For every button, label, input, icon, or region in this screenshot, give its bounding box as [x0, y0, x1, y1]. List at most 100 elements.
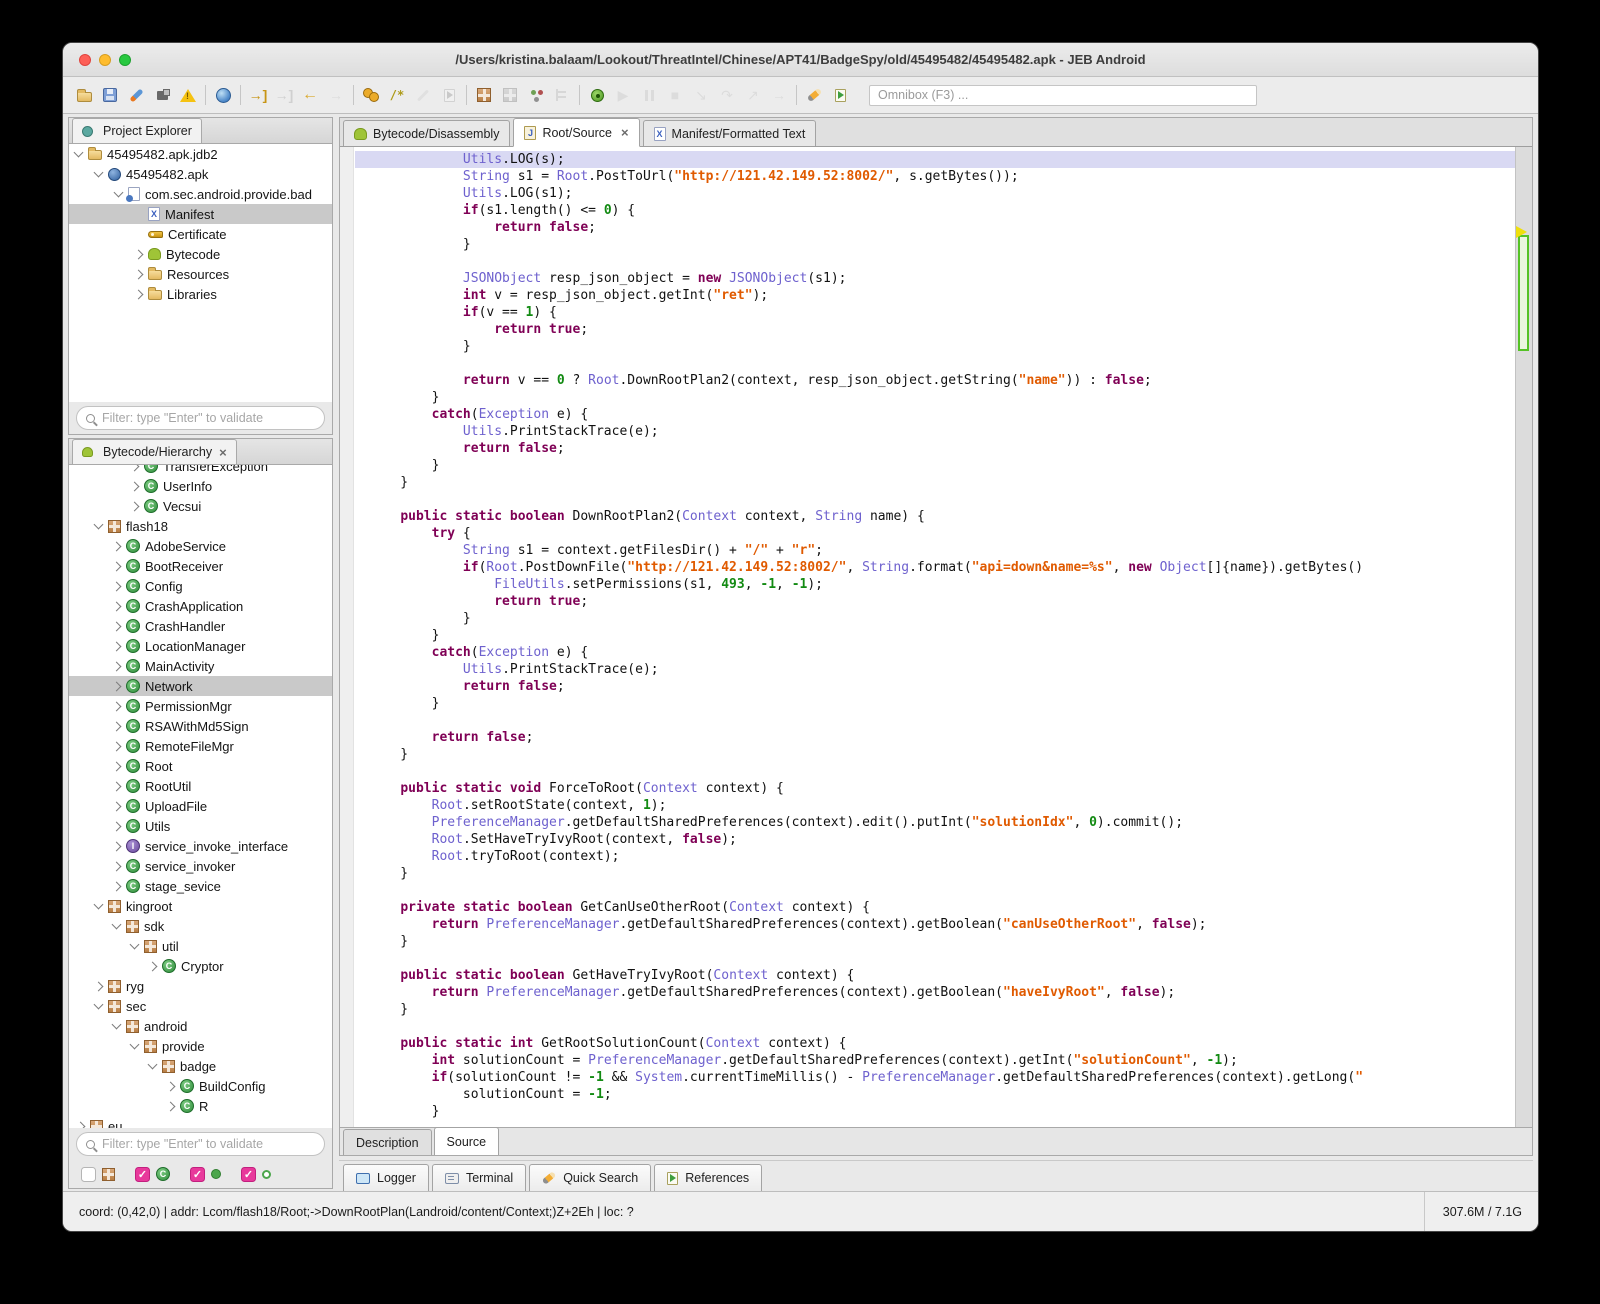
members-dots-icon[interactable]	[525, 84, 547, 106]
filter-fields[interactable]: ✓	[241, 1167, 271, 1182]
hierarchy-item-util[interactable]: util	[69, 936, 332, 956]
expander-open-icon[interactable]	[148, 1060, 158, 1070]
hierarchy-item-uploadfile[interactable]: CUploadFile	[69, 796, 332, 816]
close-window-button[interactable]	[79, 54, 91, 66]
hierarchy-item-crashhandler[interactable]: CCrashHandler	[69, 616, 332, 636]
project-item-resources[interactable]: Resources	[69, 264, 332, 284]
project-item-bytecode[interactable]: Bytecode	[69, 244, 332, 264]
hierarchy-item-eu[interactable]: eu	[69, 1116, 332, 1128]
expander-closed-icon[interactable]	[112, 581, 122, 591]
checkbox-checked[interactable]: ✓	[241, 1167, 256, 1182]
hierarchy-item-remotefilemgr[interactable]: CRemoteFileMgr	[69, 736, 332, 756]
editor-tab-bytecode-disassembly[interactable]: Bytecode/Disassembly	[343, 120, 510, 146]
refresh-decompile-icon[interactable]	[360, 84, 382, 106]
expander-open-icon[interactable]	[94, 1000, 104, 1010]
filter-methods[interactable]: ✓	[190, 1167, 221, 1182]
expander-closed-icon[interactable]	[112, 661, 122, 671]
open-file-icon[interactable]	[73, 84, 95, 106]
hierarchy-item-cryptor[interactable]: CCryptor	[69, 956, 332, 976]
highlighter-icon[interactable]	[803, 84, 825, 106]
hierarchy-item-adobeservice[interactable]: CAdobeService	[69, 536, 332, 556]
hierarchy-item-rootutil[interactable]: CRootUtil	[69, 776, 332, 796]
open-network-icon[interactable]	[212, 84, 234, 106]
export-doc-icon[interactable]	[829, 84, 851, 106]
hierarchy-item-service-invoker[interactable]: Cservice_invoker	[69, 856, 332, 876]
expander-open-icon[interactable]	[94, 520, 104, 530]
hierarchy-item-locationmanager[interactable]: CLocationManager	[69, 636, 332, 656]
hierarchy-item-crashapplication[interactable]: CCrashApplication	[69, 596, 332, 616]
filter-classes[interactable]: ✓C	[135, 1167, 170, 1182]
console-tab-terminal[interactable]: Terminal	[432, 1164, 526, 1191]
packages-grid-icon[interactable]	[473, 84, 495, 106]
project-item-45495482-apk-jdb2[interactable]: 45495482.apk.jdb2	[69, 144, 332, 164]
expander-open-icon[interactable]	[130, 1040, 140, 1050]
project-item-libraries[interactable]: Libraries	[69, 284, 332, 304]
expander-closed-icon[interactable]	[112, 721, 122, 731]
expander-closed-icon[interactable]	[112, 641, 122, 651]
hierarchy-item-permissionmgr[interactable]: CPermissionMgr	[69, 696, 332, 716]
expander-closed-icon[interactable]	[134, 269, 144, 279]
editor-tab-root-source[interactable]: JRoot/Source×	[513, 118, 639, 147]
project-item-certificate[interactable]: Certificate	[69, 224, 332, 244]
project-tree[interactable]: 45495482.apk.jdb245495482.apkcom.sec.and…	[69, 144, 332, 402]
expander-closed-icon[interactable]	[130, 465, 140, 471]
expander-open-icon[interactable]	[114, 188, 124, 198]
code-view[interactable]: Utils.LOG(s); String s1 = Root.PostToUrl…	[340, 147, 1532, 1127]
expander-closed-icon[interactable]	[112, 621, 122, 631]
hierarchy-item-utils[interactable]: CUtils	[69, 816, 332, 836]
hierarchy-item-ryg[interactable]: ryg	[69, 976, 332, 996]
view-tab-source[interactable]: Source	[434, 1127, 500, 1155]
expander-closed-icon[interactable]	[112, 561, 122, 571]
zoom-window-button[interactable]	[119, 54, 131, 66]
hierarchy-item-rsawithmd5sign[interactable]: CRSAWithMd5Sign	[69, 716, 332, 736]
expander-closed-icon[interactable]	[112, 841, 122, 851]
expander-closed-icon[interactable]	[130, 501, 140, 511]
expander-open-icon[interactable]	[112, 920, 122, 930]
expander-closed-icon[interactable]	[112, 681, 122, 691]
checkbox-unchecked[interactable]	[81, 1167, 96, 1182]
expander-closed-icon[interactable]	[112, 821, 122, 831]
expander-closed-icon[interactable]	[76, 1121, 86, 1128]
expander-open-icon[interactable]	[112, 1020, 122, 1030]
expander-open-icon[interactable]	[130, 940, 140, 950]
checkbox-checked[interactable]: ✓	[190, 1167, 205, 1182]
alerts-icon[interactable]	[177, 84, 199, 106]
comment-icon[interactable]: /*	[386, 84, 408, 106]
expander-closed-icon[interactable]	[112, 861, 122, 871]
save-icon[interactable]	[99, 84, 121, 106]
hierarchy-item-sdk[interactable]: sdk	[69, 916, 332, 936]
hierarchy-filter-input[interactable]: Filter: type "Enter" to validate	[76, 1132, 325, 1156]
expander-closed-icon[interactable]	[130, 481, 140, 491]
hierarchy-item-android[interactable]: android	[69, 1016, 332, 1036]
console-tab-quick-search[interactable]: Quick Search	[529, 1164, 651, 1191]
hierarchy-item-flash18[interactable]: flash18	[69, 516, 332, 536]
hierarchy-item-config[interactable]: CConfig	[69, 576, 332, 596]
expander-closed-icon[interactable]	[112, 701, 122, 711]
hierarchy-item-kingroot[interactable]: kingroot	[69, 896, 332, 916]
expander-open-icon[interactable]	[74, 148, 84, 158]
expander-closed-icon[interactable]	[148, 961, 158, 971]
hierarchy-item-r[interactable]: CR	[69, 1096, 332, 1116]
hierarchy-item-transferexception[interactable]: CTransferException	[69, 465, 332, 476]
project-item-45495482-apk[interactable]: 45495482.apk	[69, 164, 332, 184]
expander-closed-icon[interactable]	[134, 249, 144, 259]
expander-closed-icon[interactable]	[112, 761, 122, 771]
tab-bytecode-hierarchy[interactable]: Bytecode/Hierarchy ×	[72, 439, 237, 464]
decompiled-source[interactable]: Utils.LOG(s); String s1 = Root.PostToUrl…	[355, 147, 1515, 1127]
hierarchy-tree[interactable]: CTransferExceptionCUserInfoCVecsuiflash1…	[69, 465, 332, 1128]
expander-closed-icon[interactable]	[112, 881, 122, 891]
hierarchy-item-sec[interactable]: sec	[69, 996, 332, 1016]
console-tab-references[interactable]: References	[654, 1164, 762, 1191]
hierarchy-item-bootreceiver[interactable]: CBootReceiver	[69, 556, 332, 576]
expander-open-icon[interactable]	[94, 900, 104, 910]
checkbox-checked[interactable]: ✓	[135, 1167, 150, 1182]
properties-wrench-icon[interactable]	[125, 84, 147, 106]
expander-closed-icon[interactable]	[112, 601, 122, 611]
overview-scrollbar[interactable]	[1515, 147, 1532, 1127]
expander-closed-icon[interactable]	[112, 741, 122, 751]
expander-closed-icon[interactable]	[166, 1101, 176, 1111]
project-item-com-sec-android-provide-bad[interactable]: com.sec.android.provide.bad	[69, 184, 332, 204]
scrollbar-thumb[interactable]	[1518, 235, 1529, 351]
expander-closed-icon[interactable]	[112, 541, 122, 551]
expander-closed-icon[interactable]	[112, 781, 122, 791]
